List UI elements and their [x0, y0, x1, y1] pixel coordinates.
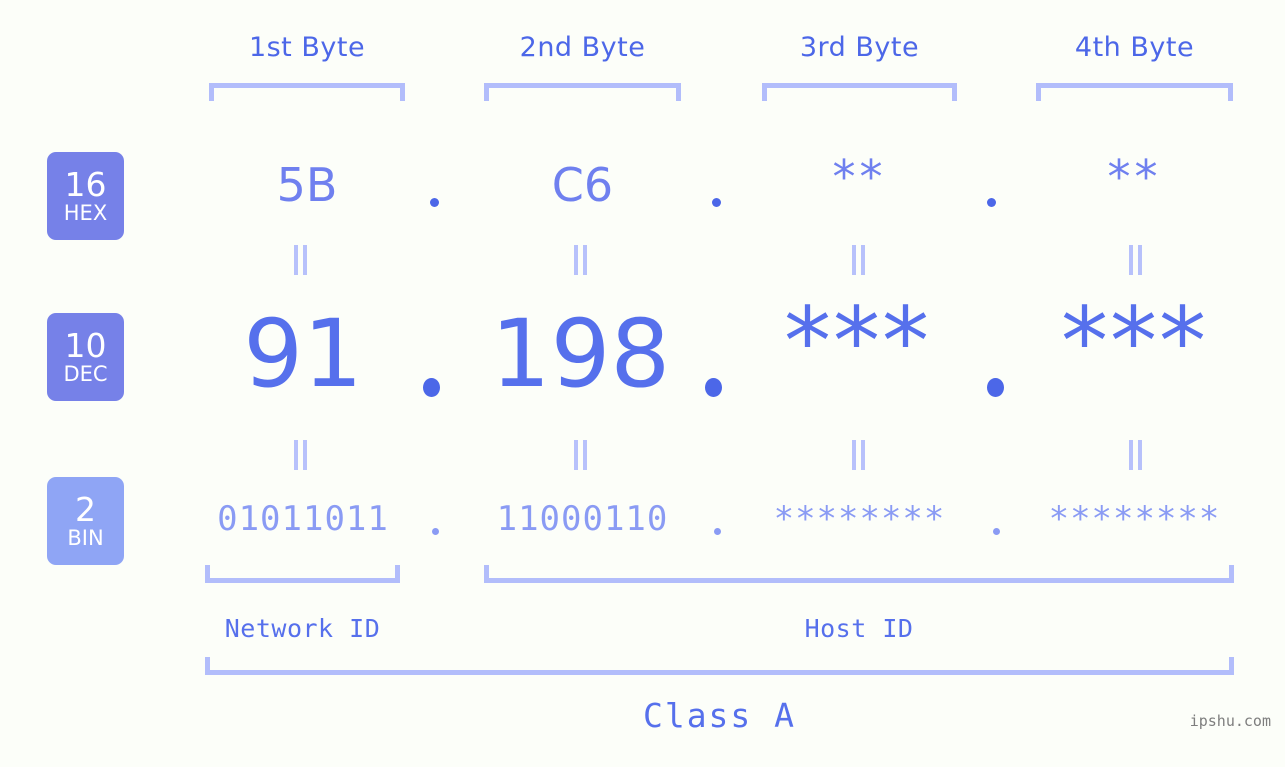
bin-octet-1: 01011011 — [217, 499, 389, 539]
dec-octet-2: 198 — [490, 300, 671, 409]
equals-mark-hex-dec-1 — [293, 245, 309, 275]
equals-mark-hex-dec-4 — [1128, 245, 1144, 275]
base-badge-dec-name: DEC — [63, 362, 108, 386]
site-watermark: ipshu.com — [1189, 712, 1271, 730]
byte-bracket-top-1 — [209, 83, 405, 101]
bin-separator-dot-3 — [993, 528, 1000, 535]
bin-octet-2: 11000110 — [496, 499, 669, 539]
byte-header-2: 2nd Byte — [519, 32, 646, 63]
byte-bracket-top-2 — [484, 83, 681, 101]
network-id-bracket — [205, 565, 400, 583]
equals-mark-dec-bin-3 — [851, 440, 867, 470]
dec-separator-dot-1 — [423, 378, 440, 397]
network-id-label: Network ID — [224, 614, 381, 643]
hex-octet-3: ** — [832, 150, 887, 204]
hex-separator-dot-3 — [987, 198, 996, 207]
hex-octet-2: C6 — [551, 158, 614, 212]
dec-separator-dot-2 — [705, 378, 722, 397]
hex-octet-4: ** — [1107, 150, 1162, 204]
byte-header-1: 1st Byte — [248, 32, 366, 63]
base-badge-bin-number: 2 — [75, 490, 96, 529]
equals-mark-dec-bin-1 — [293, 440, 309, 470]
host-id-bracket — [484, 565, 1234, 583]
bin-separator-dot-2 — [714, 528, 721, 535]
byte-header-3: 3rd Byte — [799, 32, 920, 63]
base-badge-bin: 2 BIN — [47, 477, 124, 565]
equals-mark-dec-bin-4 — [1128, 440, 1144, 470]
dec-octet-4: *** — [1061, 288, 1208, 397]
hex-separator-dot-1 — [430, 198, 439, 207]
bin-octet-3: ******** — [773, 499, 946, 539]
byte-header-4: 4th Byte — [1074, 32, 1195, 63]
base-badge-dec: 10 DEC — [47, 313, 124, 401]
base-badge-hex: 16 HEX — [47, 152, 124, 240]
hex-separator-dot-2 — [712, 198, 721, 207]
equals-mark-hex-dec-2 — [573, 245, 589, 275]
byte-bracket-top-3 — [762, 83, 957, 101]
base-badge-hex-name: HEX — [63, 201, 108, 225]
dec-separator-dot-3 — [987, 378, 1004, 397]
dec-octet-3: *** — [784, 288, 931, 397]
bin-separator-dot-1 — [432, 528, 439, 535]
equals-mark-dec-bin-2 — [573, 440, 589, 470]
host-id-label: Host ID — [804, 614, 914, 643]
ip-address-breakdown-diagram: 1st Byte 2nd Byte 3rd Byte 4th Byte 16 H… — [0, 0, 1285, 767]
bin-octet-4: ******** — [1048, 499, 1221, 539]
byte-bracket-top-4 — [1036, 83, 1233, 101]
hex-octet-1: 5B — [276, 158, 338, 212]
base-badge-dec-number: 10 — [64, 326, 107, 365]
class-label: Class A — [642, 696, 797, 735]
dec-octet-1: 91 — [243, 300, 363, 409]
base-badge-bin-name: BIN — [67, 526, 104, 550]
class-bracket — [205, 657, 1234, 675]
equals-mark-hex-dec-3 — [851, 245, 867, 275]
base-badge-hex-number: 16 — [64, 165, 107, 204]
